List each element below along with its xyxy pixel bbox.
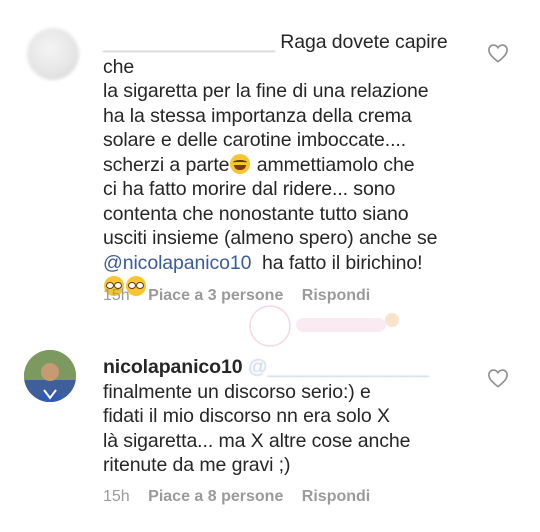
comment-time: 15h	[103, 488, 130, 505]
comment-body: ________________ Raga dovete capire che …	[103, 30, 483, 300]
comment-text-line: solare e delle carotine imboccate....	[103, 129, 407, 151]
mention-link[interactable]: @nicolapanico10	[103, 252, 252, 274]
watermark-logo	[249, 305, 399, 347]
avatar[interactable]	[24, 350, 76, 402]
comment-text-line: ha fatto il birichino!	[262, 251, 423, 274]
laughing-emoji-icon	[230, 153, 251, 174]
likes-count-link[interactable]: Piace a 8 persone	[148, 488, 283, 505]
comment-text-line: fidati il mio discorso nn era solo X	[103, 405, 390, 427]
comment-text-line: là sigaretta... ma X altre cose anche	[103, 429, 411, 452]
comment-username[interactable]: nicolapanico10	[103, 356, 243, 378]
comment-text-line: usciti insieme (almeno spero) anche se	[103, 227, 438, 249]
mention-link[interactable]: @_______________	[248, 356, 429, 378]
comment-text-line: contenta che nonostante tutto siano	[103, 202, 409, 225]
comment-text-line: finalmente un discorso serio:) e	[103, 380, 371, 403]
comment-text-line: la sigaretta per la fine di una relazion…	[103, 80, 429, 102]
comment-text-line: ritenute da me gravi ;)	[103, 454, 291, 476]
comment-body: nicolapanico10 @_______________ finalmen…	[103, 355, 483, 478]
comment-text-line: ammettiamolo che	[256, 153, 415, 176]
comment-text-line: scherzi a parte	[103, 153, 230, 176]
reply-button[interactable]: Rispondi	[302, 488, 370, 505]
comment-time: 15h	[103, 287, 130, 304]
comment-text-line: ci ha fatto morire dal ridere... sono	[103, 178, 396, 200]
comment-text-line: ha la stessa importanza della crema	[103, 104, 412, 127]
comment-meta: 15h Piace a 8 persone Rispondi	[103, 488, 384, 506]
heart-icon[interactable]	[487, 43, 509, 63]
avatar[interactable]	[27, 28, 79, 80]
comment-username[interactable]: ________________	[103, 31, 275, 53]
heart-icon[interactable]	[487, 368, 509, 388]
avatar-photo	[24, 350, 76, 402]
